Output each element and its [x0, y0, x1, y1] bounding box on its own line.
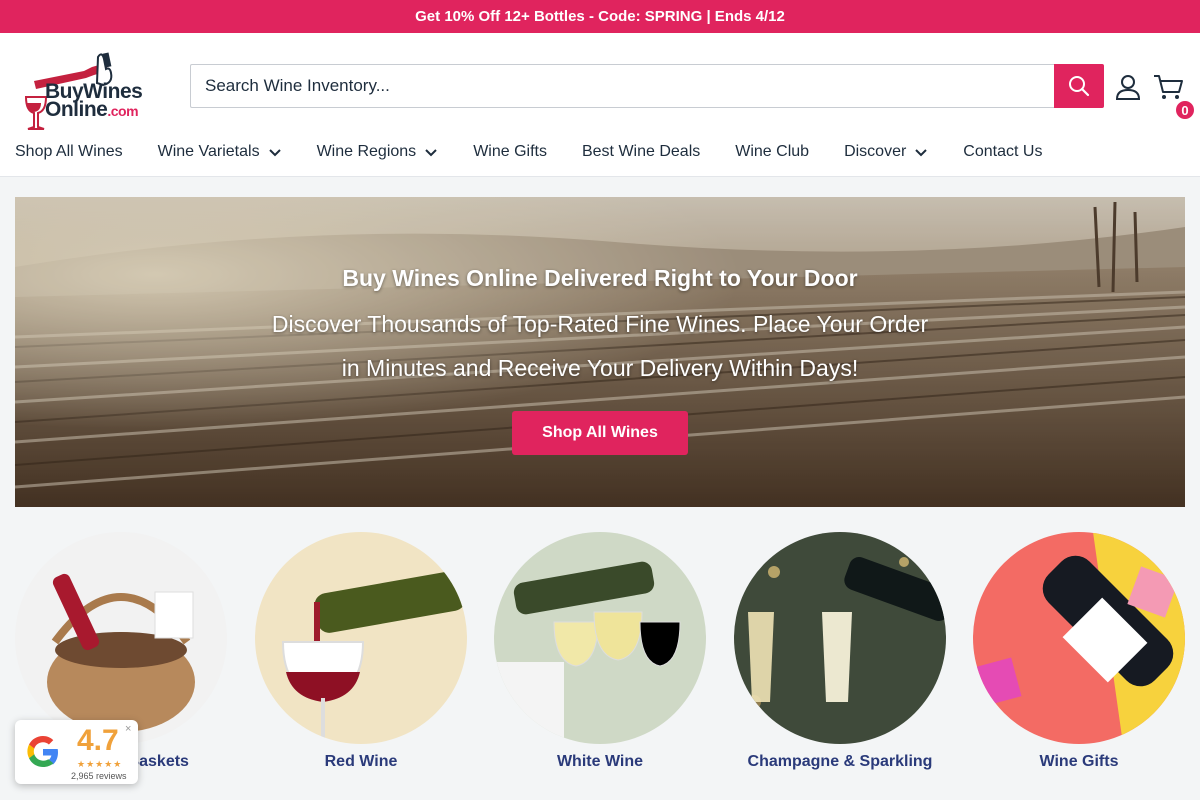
nav-item-discover[interactable]: Discover: [844, 143, 928, 161]
nav-item-label: Wine Regions: [316, 143, 417, 160]
nav-item-label: Wine Varietals: [157, 143, 260, 160]
logo-wordmark: BuyWines Online.com: [45, 81, 143, 121]
champagne-pour-image: [734, 532, 946, 744]
chevron-down-icon: [915, 149, 928, 157]
nav-item-label: Best Wine Deals: [581, 143, 701, 160]
promo-text: Get 10% Off 12+ Bottles - Code: SPRING |…: [415, 8, 785, 25]
red-wine-pour-image: [255, 532, 467, 744]
hero-subtitle: Discover Thousands of Top-Rated Fine Win…: [271, 311, 929, 381]
nav-item-label: Shop All Wines: [15, 143, 123, 160]
hero-banner: Buy Wines Online Delivered Right to Your…: [15, 197, 1185, 507]
site-header: BuyWines Online.com 0 Shop All Wines Wine…: [0, 33, 1200, 177]
nav-item-contact-us[interactable]: Contact Us: [963, 143, 1042, 161]
nav-item-shop-all-wines[interactable]: Shop All Wines: [15, 143, 123, 161]
cart-count-badge: 0: [1175, 100, 1195, 120]
nav-item-label: Contact Us: [963, 143, 1043, 160]
review-stars: ★★★★★: [77, 759, 123, 769]
nav-item-wine-varietals[interactable]: Wine Varietals: [158, 143, 282, 161]
cart-icon[interactable]: [1153, 73, 1185, 101]
white-wine-glasses-image: [494, 532, 706, 744]
search-icon: [1069, 76, 1090, 97]
category-white-wine[interactable]: White Wine: [494, 532, 706, 771]
main-nav: Shop All Wines Wine Varietals Wine Regions…: [15, 143, 1042, 161]
chevron-down-icon: [425, 149, 437, 157]
google-review-badge[interactable]: 4.7 ★★★★★ 2,965 reviews ×: [15, 720, 138, 784]
category-red-wine[interactable]: Red Wine: [255, 532, 467, 771]
shop-all-wines-button[interactable]: Shop All Wines: [512, 411, 688, 455]
category-label: White Wine: [556, 753, 644, 770]
hero-title: Buy Wines Online Delivered Right to Your…: [342, 265, 858, 291]
review-count: 2,965 reviews: [71, 771, 127, 781]
search-button[interactable]: [1054, 64, 1104, 108]
category-label: Red Wine: [324, 753, 398, 770]
search-input[interactable]: [190, 64, 1054, 108]
nav-item-wine-regions[interactable]: Wine Regions: [317, 143, 439, 161]
chevron-down-icon: [268, 149, 281, 157]
category-label: Wine Gifts: [1039, 753, 1119, 770]
wine-bottle-gift-image: [973, 532, 1185, 744]
logo-suffix: .com: [107, 103, 139, 119]
category-champagne-sparkling[interactable]: Champagne & Sparkling: [734, 532, 946, 771]
promo-bar: Get 10% Off 12+ Bottles - Code: SPRING |…: [0, 0, 1200, 33]
nav-item-label: Discover: [844, 143, 907, 160]
nav-item-best-wine-deals[interactable]: Best Wine Deals: [582, 143, 700, 161]
close-icon[interactable]: ×: [125, 723, 131, 735]
review-score: 4.7: [77, 724, 119, 757]
logo-line2: Online: [45, 98, 108, 121]
nav-item-wine-gifts[interactable]: Wine Gifts: [473, 143, 547, 161]
google-g-icon: [27, 736, 58, 767]
nav-item-label: Wine Gifts: [473, 143, 547, 160]
nav-item-wine-club[interactable]: Wine Club: [735, 143, 809, 161]
account-icon[interactable]: [1115, 74, 1141, 100]
category-row: Wine Gift Baskets Red Wine White Wine: [15, 532, 1185, 772]
category-label: Champagne & Sparkling: [747, 753, 933, 770]
category-wine-gifts[interactable]: Wine Gifts: [973, 532, 1185, 771]
nav-item-label: Wine Club: [735, 143, 810, 160]
gift-basket-image: [15, 532, 227, 744]
search-bar: [190, 64, 1104, 108]
